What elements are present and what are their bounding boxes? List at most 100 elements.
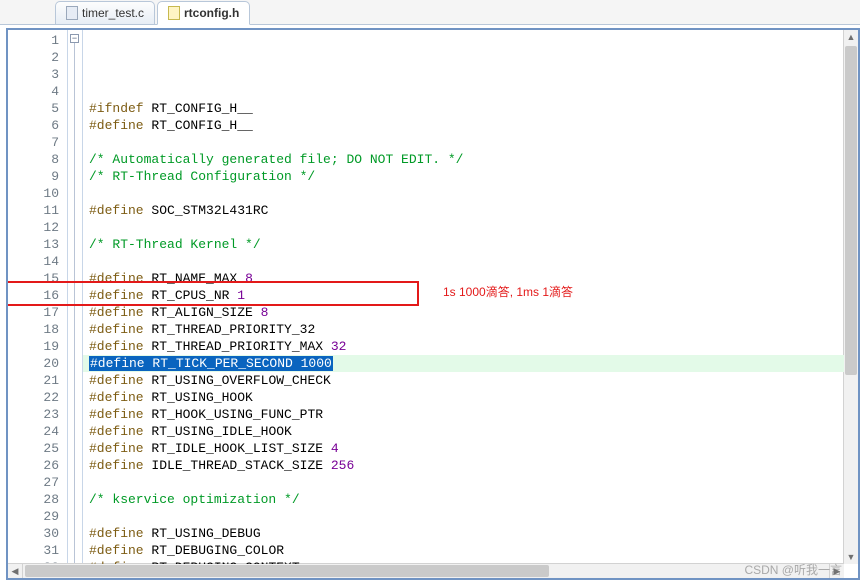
scroll-up-icon[interactable]: ▲ (844, 30, 858, 44)
token-id: RT_CONFIG_H__ (151, 118, 252, 133)
code-line[interactable] (83, 253, 844, 270)
line-number: 9 (8, 168, 67, 185)
token-kw: #define (89, 203, 144, 218)
scroll-right-icon[interactable]: ▶ (829, 564, 844, 578)
selected-text: #define RT_TICK_PER_SECOND 1000 (89, 356, 333, 371)
token-kw: #define (89, 407, 144, 422)
code-line[interactable]: #define RT_CONFIG_H__ (83, 117, 844, 134)
tab-label: timer_test.c (82, 6, 144, 20)
token-id: RT_USING_DEBUG (151, 526, 260, 541)
token-num: 4 (331, 441, 339, 456)
code-line[interactable]: #define RT_IDLE_HOOK_LIST_SIZE 4 (83, 440, 844, 457)
line-number: 5 (8, 100, 67, 117)
token-kw: #define (89, 339, 144, 354)
vscroll-thumb[interactable] (845, 46, 857, 375)
line-number: 22 (8, 389, 67, 406)
tab-label: rtconfig.h (184, 6, 239, 20)
line-number: 11 (8, 202, 67, 219)
token-id: RT_IDLE_HOOK_LIST_SIZE (151, 441, 323, 456)
token-cmt: /* RT-Thread Configuration */ (89, 169, 315, 184)
code-line[interactable]: #define RT_USING_OVERFLOW_CHECK (83, 372, 844, 389)
hscroll-thumb[interactable] (25, 565, 549, 577)
code-line[interactable]: #define IDLE_THREAD_STACK_SIZE 256 (83, 457, 844, 474)
code-line[interactable] (83, 185, 844, 202)
tab-rtconfig-h[interactable]: rtconfig.h (157, 1, 250, 25)
scroll-left-icon[interactable]: ◀ (8, 564, 23, 578)
fold-margin: − (68, 30, 83, 564)
line-number: 15 (8, 270, 67, 287)
code-line[interactable] (83, 219, 844, 236)
fold-guide-line (74, 43, 75, 564)
vscroll-track[interactable] (844, 44, 858, 550)
line-number: 27 (8, 474, 67, 491)
c-file-icon (66, 6, 78, 20)
code-line[interactable]: /* kservice optimization */ (83, 491, 844, 508)
code-line[interactable]: #define RT_THREAD_PRIORITY_32 (83, 321, 844, 338)
token-id: RT_USING_IDLE_HOOK (151, 424, 291, 439)
token-id: RT_DEBUGING_CONTEXT (151, 560, 299, 564)
token-num: 256 (331, 458, 354, 473)
code-line[interactable] (83, 508, 844, 525)
line-number: 17 (8, 304, 67, 321)
token-kw: #define (89, 458, 144, 473)
code-line[interactable]: #ifndef RT_CONFIG_H__ (83, 100, 844, 117)
line-number: 14 (8, 253, 67, 270)
code-line[interactable]: #define RT_USING_HOOK (83, 389, 844, 406)
code-line[interactable]: #define RT_HOOK_USING_FUNC_PTR (83, 406, 844, 423)
token-num: 32 (331, 339, 347, 354)
editor-frame: 1234567891011121314151617181920212223242… (6, 28, 860, 580)
line-number: 12 (8, 219, 67, 236)
code-line[interactable]: /* RT-Thread Configuration */ (83, 168, 844, 185)
token-id: SOC_STM32L431RC (151, 203, 268, 218)
line-number: 25 (8, 440, 67, 457)
code-line[interactable]: #define RT_TICK_PER_SECOND 1000 (83, 355, 844, 372)
code-line[interactable]: #define RT_USING_IDLE_HOOK (83, 423, 844, 440)
token-num: 8 (245, 271, 253, 286)
vertical-scrollbar[interactable]: ▲ ▼ (843, 30, 858, 564)
line-number: 4 (8, 83, 67, 100)
token-kw: #define (89, 118, 144, 133)
code-line[interactable]: #define RT_DEBUGING_CONTEXT (83, 559, 844, 564)
token-num: 8 (261, 305, 269, 320)
code-line[interactable]: #define RT_USING_DEBUG (83, 525, 844, 542)
editor-body: 1234567891011121314151617181920212223242… (8, 30, 844, 564)
token-cmt: /* RT-Thread Kernel */ (89, 237, 261, 252)
code-line[interactable]: #define RT_ALIGN_SIZE 8 (83, 304, 844, 321)
line-number: 18 (8, 321, 67, 338)
code-line[interactable] (83, 474, 844, 491)
code-line[interactable]: #define RT_THREAD_PRIORITY_MAX 32 (83, 338, 844, 355)
line-number: 31 (8, 542, 67, 559)
tab-bar: timer_test.c rtconfig.h (0, 0, 860, 25)
line-number: 19 (8, 338, 67, 355)
token-kw: #define (89, 390, 144, 405)
code-area[interactable]: 1s 1000滴答, 1ms 1滴答 #ifndef RT_CONFIG_H__… (83, 30, 844, 564)
fold-toggle-icon[interactable]: − (70, 34, 79, 43)
line-number: 28 (8, 491, 67, 508)
token-id: RT_THREAD_PRIORITY_32 (151, 322, 315, 337)
line-number: 10 (8, 185, 67, 202)
h-file-icon (168, 6, 180, 20)
line-number: 21 (8, 372, 67, 389)
tab-timer_test-c[interactable]: timer_test.c (55, 1, 155, 24)
scroll-down-icon[interactable]: ▼ (844, 550, 858, 564)
code-line[interactable]: /* Automatically generated file; DO NOT … (83, 151, 844, 168)
line-number: 1 (8, 32, 67, 49)
line-number: 29 (8, 508, 67, 525)
token-kw: #define (89, 560, 144, 564)
line-number: 3 (8, 66, 67, 83)
code-line[interactable]: /* RT-Thread Kernel */ (83, 236, 844, 253)
token-kw: #define (89, 526, 144, 541)
token-id: RT_ALIGN_SIZE (151, 305, 252, 320)
token-kw: #ifndef (89, 101, 144, 116)
line-number: 13 (8, 236, 67, 253)
token-cmt: /* kservice optimization */ (89, 492, 300, 507)
token-id: RT_NAME_MAX (151, 271, 237, 286)
hscroll-track[interactable] (23, 564, 829, 578)
line-number-gutter: 1234567891011121314151617181920212223242… (8, 30, 68, 564)
horizontal-scrollbar[interactable]: ◀ ▶ (8, 563, 844, 578)
code-line[interactable] (83, 134, 844, 151)
token-kw: #define (89, 373, 144, 388)
line-number: 8 (8, 151, 67, 168)
code-line[interactable]: #define RT_DEBUGING_COLOR (83, 542, 844, 559)
code-line[interactable]: #define SOC_STM32L431RC (83, 202, 844, 219)
